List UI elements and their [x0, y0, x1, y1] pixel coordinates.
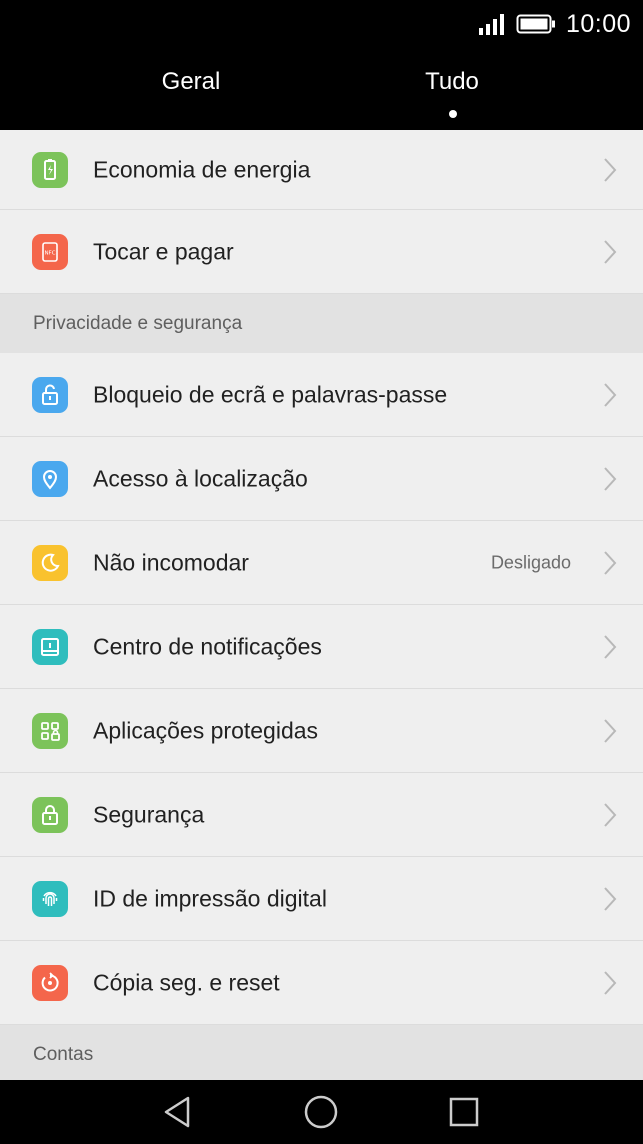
list-item-aplicacoes-protegidas[interactable]: Aplicações protegidas: [0, 689, 643, 773]
chevron-right-icon: [604, 886, 617, 911]
notification-center-icon: [32, 628, 68, 665]
list-item-tocar-pagar[interactable]: NFC Tocar e pagar: [0, 210, 643, 294]
chevron-right-icon: [604, 466, 617, 491]
location-pin-icon: [32, 460, 68, 497]
recent-apps-icon[interactable]: [446, 1094, 482, 1130]
battery-icon: [516, 14, 555, 34]
chevron-right-icon: [604, 970, 617, 995]
list-item-label: Aplicações protegidas: [93, 717, 319, 743]
tab-geral[interactable]: Geral: [91, 68, 291, 96]
chevron-right-icon: [604, 802, 617, 827]
backup-reset-icon: [32, 964, 68, 1001]
list-item-label: Cópia seg. e reset: [93, 969, 280, 995]
unlock-icon: [32, 376, 68, 413]
protected-apps-icon: [32, 712, 68, 749]
do-not-disturb-status: Desligado: [490, 552, 571, 572]
tab-tudo-label: Tudo: [425, 68, 479, 95]
battery-saver-icon: [32, 151, 68, 188]
home-icon[interactable]: [303, 1094, 339, 1130]
list-item-label: Segurança: [93, 801, 205, 827]
list-item-nao-incomodar[interactable]: Não incomodar Desligado: [0, 521, 643, 605]
tab-bar: Geral Tudo: [0, 48, 643, 130]
list-item-label: Acesso à localização: [93, 465, 308, 491]
nfc-icon-text: NFC: [44, 250, 55, 256]
section-header-privacidade: Privacidade e segurança: [0, 294, 643, 353]
list-item-seguranca[interactable]: Segurança: [0, 773, 643, 857]
list-item-label: Tocar e pagar: [93, 238, 234, 264]
chevron-right-icon: [604, 239, 617, 264]
lock-icon: [32, 796, 68, 833]
chevron-right-icon: [604, 634, 617, 659]
tab-tudo[interactable]: Tudo: [352, 68, 552, 118]
back-icon[interactable]: [160, 1094, 196, 1130]
settings-list[interactable]: Economia de energia NFC Tocar e pagar Pr…: [0, 130, 643, 1080]
list-item-label: Bloqueio de ecrã e palavras-passe: [93, 381, 448, 407]
status-icons: 10:00: [478, 8, 631, 40]
section-title: Privacidade e segurança: [33, 312, 243, 334]
list-item-bloqueio-ecra[interactable]: Bloqueio de ecrã e palavras-passe: [0, 353, 643, 437]
chevron-right-icon: [604, 550, 617, 575]
chevron-right-icon: [604, 718, 617, 743]
list-item-economia-energia[interactable]: Economia de energia: [0, 130, 643, 210]
list-item-label: Economia de energia: [93, 156, 311, 182]
chevron-right-icon: [604, 157, 617, 182]
active-tab-indicator: [449, 110, 457, 118]
navigation-bar: [0, 1080, 643, 1144]
fingerprint-icon: [32, 880, 68, 917]
nfc-icon: NFC: [32, 233, 68, 270]
status-bar: 10:00: [0, 0, 643, 48]
list-item-id-impressao-digital[interactable]: ID de impressão digital: [0, 857, 643, 941]
section-header-contas: Contas: [0, 1025, 643, 1080]
signal-icon: [478, 14, 504, 35]
list-item-label: Não incomodar: [93, 549, 249, 575]
chevron-right-icon: [604, 382, 617, 407]
list-item-acesso-localizacao[interactable]: Acesso à localização: [0, 437, 643, 521]
list-item-label: Centro de notificações: [93, 633, 322, 659]
list-item-centro-notificacoes[interactable]: Centro de notificações: [0, 605, 643, 689]
moon-icon: [32, 544, 68, 581]
list-item-copia-seg-reset[interactable]: Cópia seg. e reset: [0, 941, 643, 1025]
list-item-label: ID de impressão digital: [93, 885, 327, 911]
clock: 10:00: [565, 9, 631, 38]
section-title: Contas: [33, 1043, 94, 1065]
